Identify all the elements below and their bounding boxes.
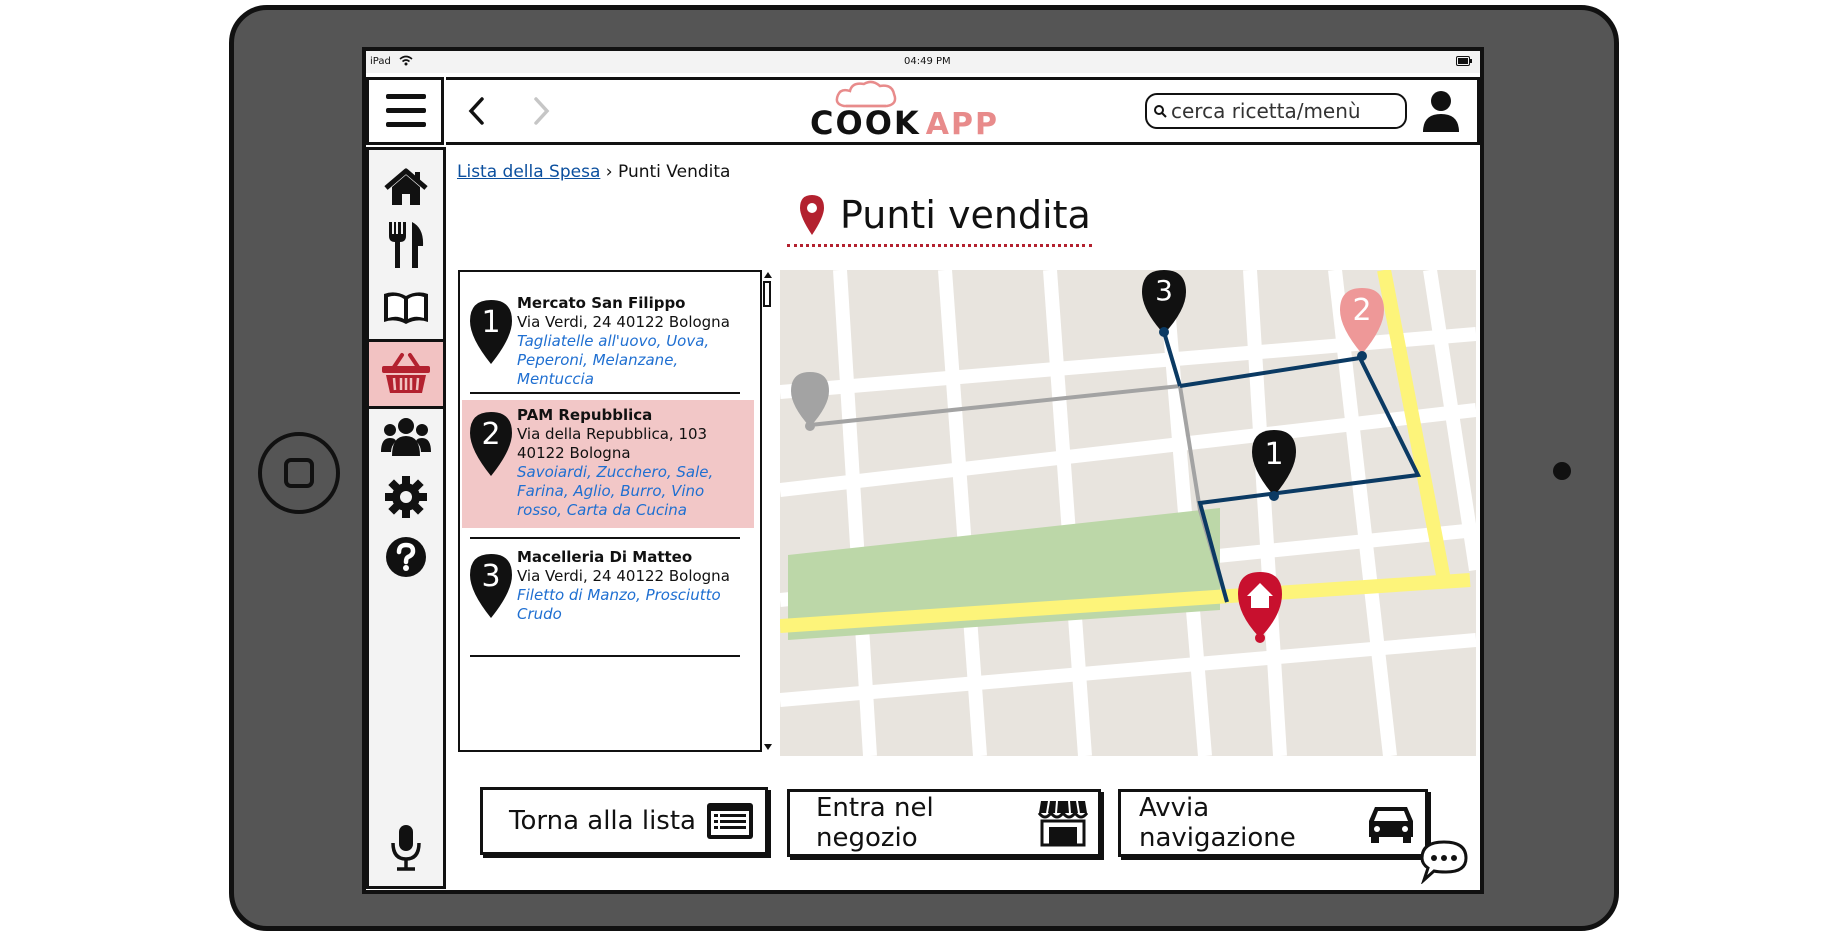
help-icon xyxy=(386,537,426,577)
store-list-item[interactable]: 3 Macelleria Di Matteo Via Verdi, 24 401… xyxy=(462,548,754,630)
microphone-icon xyxy=(391,825,421,871)
logo-app-text: APP xyxy=(925,107,999,142)
basket-icon xyxy=(382,353,430,393)
store-items: Tagliatelle all'uovo, Uova, Peperoni, Me… xyxy=(517,332,710,388)
chevron-right-icon[interactable] xyxy=(530,96,552,126)
status-bar: iPad 04:49 PM xyxy=(366,51,1480,73)
list-separator xyxy=(470,392,740,394)
search-input[interactable]: cerca ricetta/menù xyxy=(1145,93,1407,129)
store-name: Mercato San Filippo xyxy=(517,294,686,312)
app-logo[interactable]: COOK APP xyxy=(810,78,997,144)
map-canvas: 3 2 1 xyxy=(780,270,1476,756)
search-placeholder: cerca ricetta/menù xyxy=(1171,99,1361,123)
chat-icon[interactable] xyxy=(1418,838,1470,884)
breadcrumb-current: Punti Vendita xyxy=(618,162,731,182)
svg-text:3: 3 xyxy=(1155,274,1173,307)
scroll-up-icon[interactable] xyxy=(763,271,773,279)
back-to-list-button[interactable]: Torna alla lista xyxy=(480,787,768,855)
svg-text:1: 1 xyxy=(1264,437,1283,472)
back-to-list-label: Torna alla lista xyxy=(509,806,696,836)
marker-1-icon: 1 xyxy=(470,300,512,364)
book-icon xyxy=(384,292,428,324)
store-name: Macelleria Di Matteo xyxy=(517,548,693,566)
location-pin-icon xyxy=(800,195,824,235)
list-scrollbar[interactable] xyxy=(760,270,774,752)
sidebar-item-settings[interactable] xyxy=(369,467,443,527)
microphone-button[interactable] xyxy=(369,818,443,878)
store-list-item-selected[interactable]: 2 PAM Repubblica Via della Repubblica, 1… xyxy=(462,400,754,528)
breadcrumb: Lista della Spesa › Punti Vendita xyxy=(457,162,730,182)
start-navigation-label: Avvia navigazione xyxy=(1139,793,1296,853)
sidebar-item-book[interactable] xyxy=(369,278,443,338)
search-icon xyxy=(1154,105,1167,118)
wifi-icon xyxy=(399,55,413,66)
store-address: Via Verdi, 24 40122 Bologna xyxy=(517,313,730,331)
title-underline xyxy=(787,244,1092,247)
device-label: iPad xyxy=(370,56,391,67)
store-address: Via della Repubblica, 103 40122 Bologna xyxy=(517,425,708,462)
svg-text:2: 2 xyxy=(1352,293,1371,328)
store-list-item[interactable]: 1 Mercato San Filippo Via Verdi, 24 4012… xyxy=(462,294,754,388)
breadcrumb-link-shopping-list[interactable]: Lista della Spesa xyxy=(457,162,600,182)
marker-number: 1 xyxy=(481,305,500,340)
car-icon xyxy=(1369,807,1414,843)
sidebar-item-community[interactable] xyxy=(369,406,443,466)
users-icon xyxy=(381,418,431,456)
store-items: Savoiardi, Zucchero, Sale, Farina, Aglio… xyxy=(517,463,714,519)
marker-2-icon: 2 xyxy=(470,412,512,476)
battery-icon xyxy=(1456,56,1472,66)
sidebar-item-home[interactable] xyxy=(369,157,443,217)
list-separator xyxy=(470,537,740,539)
sidebar-item-help[interactable] xyxy=(369,527,443,587)
cutlery-icon xyxy=(389,222,424,268)
home-icon xyxy=(384,168,428,205)
tablet-camera xyxy=(1553,462,1571,480)
store-icon xyxy=(1038,800,1088,847)
sidebar-item-recipes[interactable] xyxy=(369,215,443,275)
list-icon xyxy=(707,803,753,839)
list-separator xyxy=(470,655,740,657)
store-name: PAM Repubblica xyxy=(517,406,653,424)
store-items: Filetto di Manzo, Prosciutto Crudo xyxy=(517,586,721,623)
marker-3-icon: 3 xyxy=(470,554,512,618)
marker-number: 2 xyxy=(481,417,500,452)
marker-number: 3 xyxy=(481,559,500,594)
chevron-left-icon[interactable] xyxy=(466,96,488,126)
enter-shop-button[interactable]: Entra nel negozio xyxy=(787,789,1101,857)
page-title: Punti vendita xyxy=(840,193,1091,237)
scroll-down-icon[interactable] xyxy=(763,743,773,751)
enter-shop-label: Entra nel negozio xyxy=(816,793,934,853)
hamburger-menu-button[interactable] xyxy=(366,77,444,145)
user-icon[interactable] xyxy=(1420,88,1462,134)
hamburger-icon xyxy=(386,94,426,127)
map[interactable]: 3 2 1 xyxy=(780,270,1476,756)
tablet-home-button-square xyxy=(284,458,314,488)
logo-cook-text: COOK xyxy=(810,104,921,142)
start-navigation-button[interactable]: Avvia navigazione xyxy=(1118,789,1428,857)
gear-icon xyxy=(385,476,427,518)
list-scrollbar-thumb[interactable] xyxy=(763,281,771,307)
clock: 04:49 PM xyxy=(904,56,951,67)
store-address: Via Verdi, 24 40122 Bologna xyxy=(517,567,730,585)
breadcrumb-separator: › xyxy=(605,162,613,182)
sidebar-item-shopping[interactable] xyxy=(369,339,443,409)
